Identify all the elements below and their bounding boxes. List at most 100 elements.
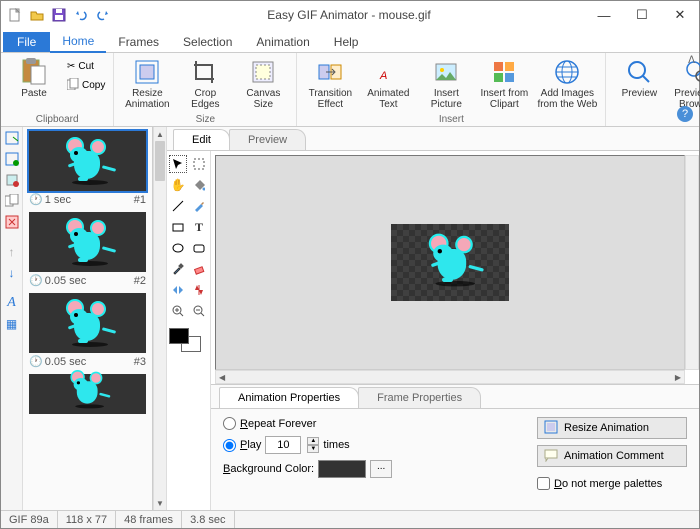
paste-button[interactable]: Paste xyxy=(7,55,61,99)
animation-properties-tab[interactable]: Animation Properties xyxy=(219,387,359,408)
canvas-hscrollbar[interactable]: ◀▶ xyxy=(215,370,685,384)
frame-item[interactable]: 🕐 1 sec#1 xyxy=(29,131,146,206)
preview-browser-button[interactable]: Preview in Browser xyxy=(670,55,700,110)
transition-icon xyxy=(315,57,345,87)
transition-effect-button[interactable]: Transition Effect xyxy=(303,55,357,110)
clock-icon: 🕐 1 sec xyxy=(29,193,71,206)
crop-edges-button[interactable]: Crop Edges xyxy=(178,55,232,110)
tool-2[interactable] xyxy=(3,150,21,168)
play-radio[interactable]: Play xyxy=(223,439,261,452)
color-picker-button[interactable]: ... xyxy=(370,460,392,478)
status-bar: GIF 89a 118 x 77 48 frames 3.8 sec xyxy=(1,510,699,528)
color-swatches[interactable] xyxy=(169,328,205,358)
redo-icon[interactable] xyxy=(93,5,113,25)
status-format: GIF 89a xyxy=(1,511,58,528)
status-duration: 3.8 sec xyxy=(182,511,234,528)
editor-panel: Edit Preview ✋ T xyxy=(167,127,699,510)
text-style-icon[interactable]: A xyxy=(3,294,21,312)
selection-tab[interactable]: Selection xyxy=(171,32,244,52)
zoom-in-tool[interactable] xyxy=(169,302,187,320)
tool-1[interactable] xyxy=(3,129,21,147)
animation-tab[interactable]: Animation xyxy=(244,32,321,52)
ribbon-group-size: Resize Animation Crop Edges Canvas Size … xyxy=(114,53,297,126)
flip-h-tool[interactable] xyxy=(169,281,187,299)
side-toolbar: ↑ ↓ A ▦ xyxy=(1,127,23,510)
frame-item[interactable]: 🕐 0.05 sec#3 xyxy=(29,293,146,368)
canvas-vscrollbar[interactable] xyxy=(685,155,699,370)
save-icon[interactable] xyxy=(49,5,69,25)
resize-icon xyxy=(544,420,558,437)
marquee-tool[interactable] xyxy=(190,155,208,173)
title-bar: Easy GIF Animator - mouse.gif — ☐ ✕ xyxy=(1,1,699,29)
tool-palette: ✋ T xyxy=(167,151,211,510)
paste-icon xyxy=(19,57,49,87)
line-tool[interactable] xyxy=(169,197,187,215)
canvas-area[interactable] xyxy=(215,155,685,370)
add-web-images-button[interactable]: Add Images from the Web xyxy=(535,55,599,110)
grid-icon[interactable]: ▦ xyxy=(3,315,21,333)
preview-tab[interactable]: Preview xyxy=(229,129,306,150)
close-button[interactable]: ✕ xyxy=(661,1,699,29)
canvas[interactable] xyxy=(391,224,509,301)
arrow-up-icon[interactable]: ↑ xyxy=(3,243,21,261)
tool-3[interactable] xyxy=(3,171,21,189)
background-color-box[interactable] xyxy=(318,460,366,478)
eyedropper-tool[interactable] xyxy=(169,260,187,278)
flip-v-tool[interactable] xyxy=(190,281,208,299)
hand-tool[interactable]: ✋ xyxy=(169,176,187,194)
edit-tab[interactable]: Edit xyxy=(173,129,230,150)
spinner-buttons[interactable]: ▲▼ xyxy=(307,437,319,453)
frames-tab[interactable]: Frames xyxy=(106,32,171,52)
insert-clipart-button[interactable]: Insert from Clipart xyxy=(477,55,531,110)
crop-icon xyxy=(190,57,220,87)
tool-5[interactable] xyxy=(3,213,21,231)
foreground-color-swatch[interactable] xyxy=(169,328,189,344)
open-icon[interactable] xyxy=(27,5,47,25)
merge-palettes-checkbox[interactable]: Do not merge palettes xyxy=(537,477,687,490)
scroll-up-icon[interactable]: ▲ xyxy=(154,127,166,141)
ellipse-tool[interactable] xyxy=(169,239,187,257)
brush-tool[interactable] xyxy=(190,197,208,215)
rect-tool[interactable] xyxy=(169,218,187,236)
status-dimensions: 118 x 77 xyxy=(58,511,116,528)
paste-label: Paste xyxy=(21,88,47,99)
animation-comment-button[interactable]: Animation Comment xyxy=(537,445,687,467)
resize-animation-button[interactable]: Resize Animation xyxy=(120,55,174,110)
repeat-forever-radio[interactable]: RRepeat Foreverepeat Forever xyxy=(223,417,392,430)
frame-item[interactable]: 🕐 0.05 sec#2 xyxy=(29,212,146,287)
text-tool[interactable]: T xyxy=(190,218,208,236)
scroll-down-icon[interactable]: ▼ xyxy=(154,496,166,510)
clipart-icon xyxy=(489,57,519,87)
help-tab[interactable]: Help xyxy=(322,32,371,52)
ribbon-collapse-icon[interactable]: ᐱ xyxy=(688,55,695,66)
pointer-tool[interactable] xyxy=(169,155,187,173)
undo-icon[interactable] xyxy=(71,5,91,25)
rounded-rect-tool[interactable] xyxy=(190,239,208,257)
frame-list-scrollbar[interactable]: ▲ ▼ xyxy=(153,127,167,510)
new-icon[interactable] xyxy=(5,5,25,25)
frame-properties-tab[interactable]: Frame Properties xyxy=(358,387,481,408)
cut-button[interactable]: ✂Cut xyxy=(65,57,107,75)
maximize-button[interactable]: ☐ xyxy=(623,1,661,29)
frame-item[interactable] xyxy=(29,374,146,416)
file-tab[interactable]: File xyxy=(3,32,50,52)
zoom-out-tool[interactable] xyxy=(190,302,208,320)
frame-thumbnail xyxy=(29,374,146,414)
resize-animation-propbtn[interactable]: Resize Animation xyxy=(537,417,687,439)
eraser-tool[interactable] xyxy=(190,260,208,278)
help-icon[interactable]: ? xyxy=(677,106,693,122)
home-tab[interactable]: Home xyxy=(50,31,106,53)
frame-thumbnail xyxy=(29,131,146,191)
preview-button[interactable]: Preview xyxy=(612,55,666,99)
insert-picture-button[interactable]: Insert Picture xyxy=(419,55,473,110)
animated-text-icon: A xyxy=(373,57,403,87)
bucket-tool[interactable] xyxy=(190,176,208,194)
canvas-size-button[interactable]: Canvas Size xyxy=(236,55,290,110)
scrollbar-thumb[interactable] xyxy=(155,141,165,181)
tool-4[interactable] xyxy=(3,192,21,210)
copy-button[interactable]: Copy xyxy=(65,76,107,94)
play-count-input[interactable]: 10 xyxy=(265,436,301,454)
arrow-down-icon[interactable]: ↓ xyxy=(3,264,21,282)
animated-text-button[interactable]: AAnimated Text xyxy=(361,55,415,110)
minimize-button[interactable]: — xyxy=(585,1,623,29)
